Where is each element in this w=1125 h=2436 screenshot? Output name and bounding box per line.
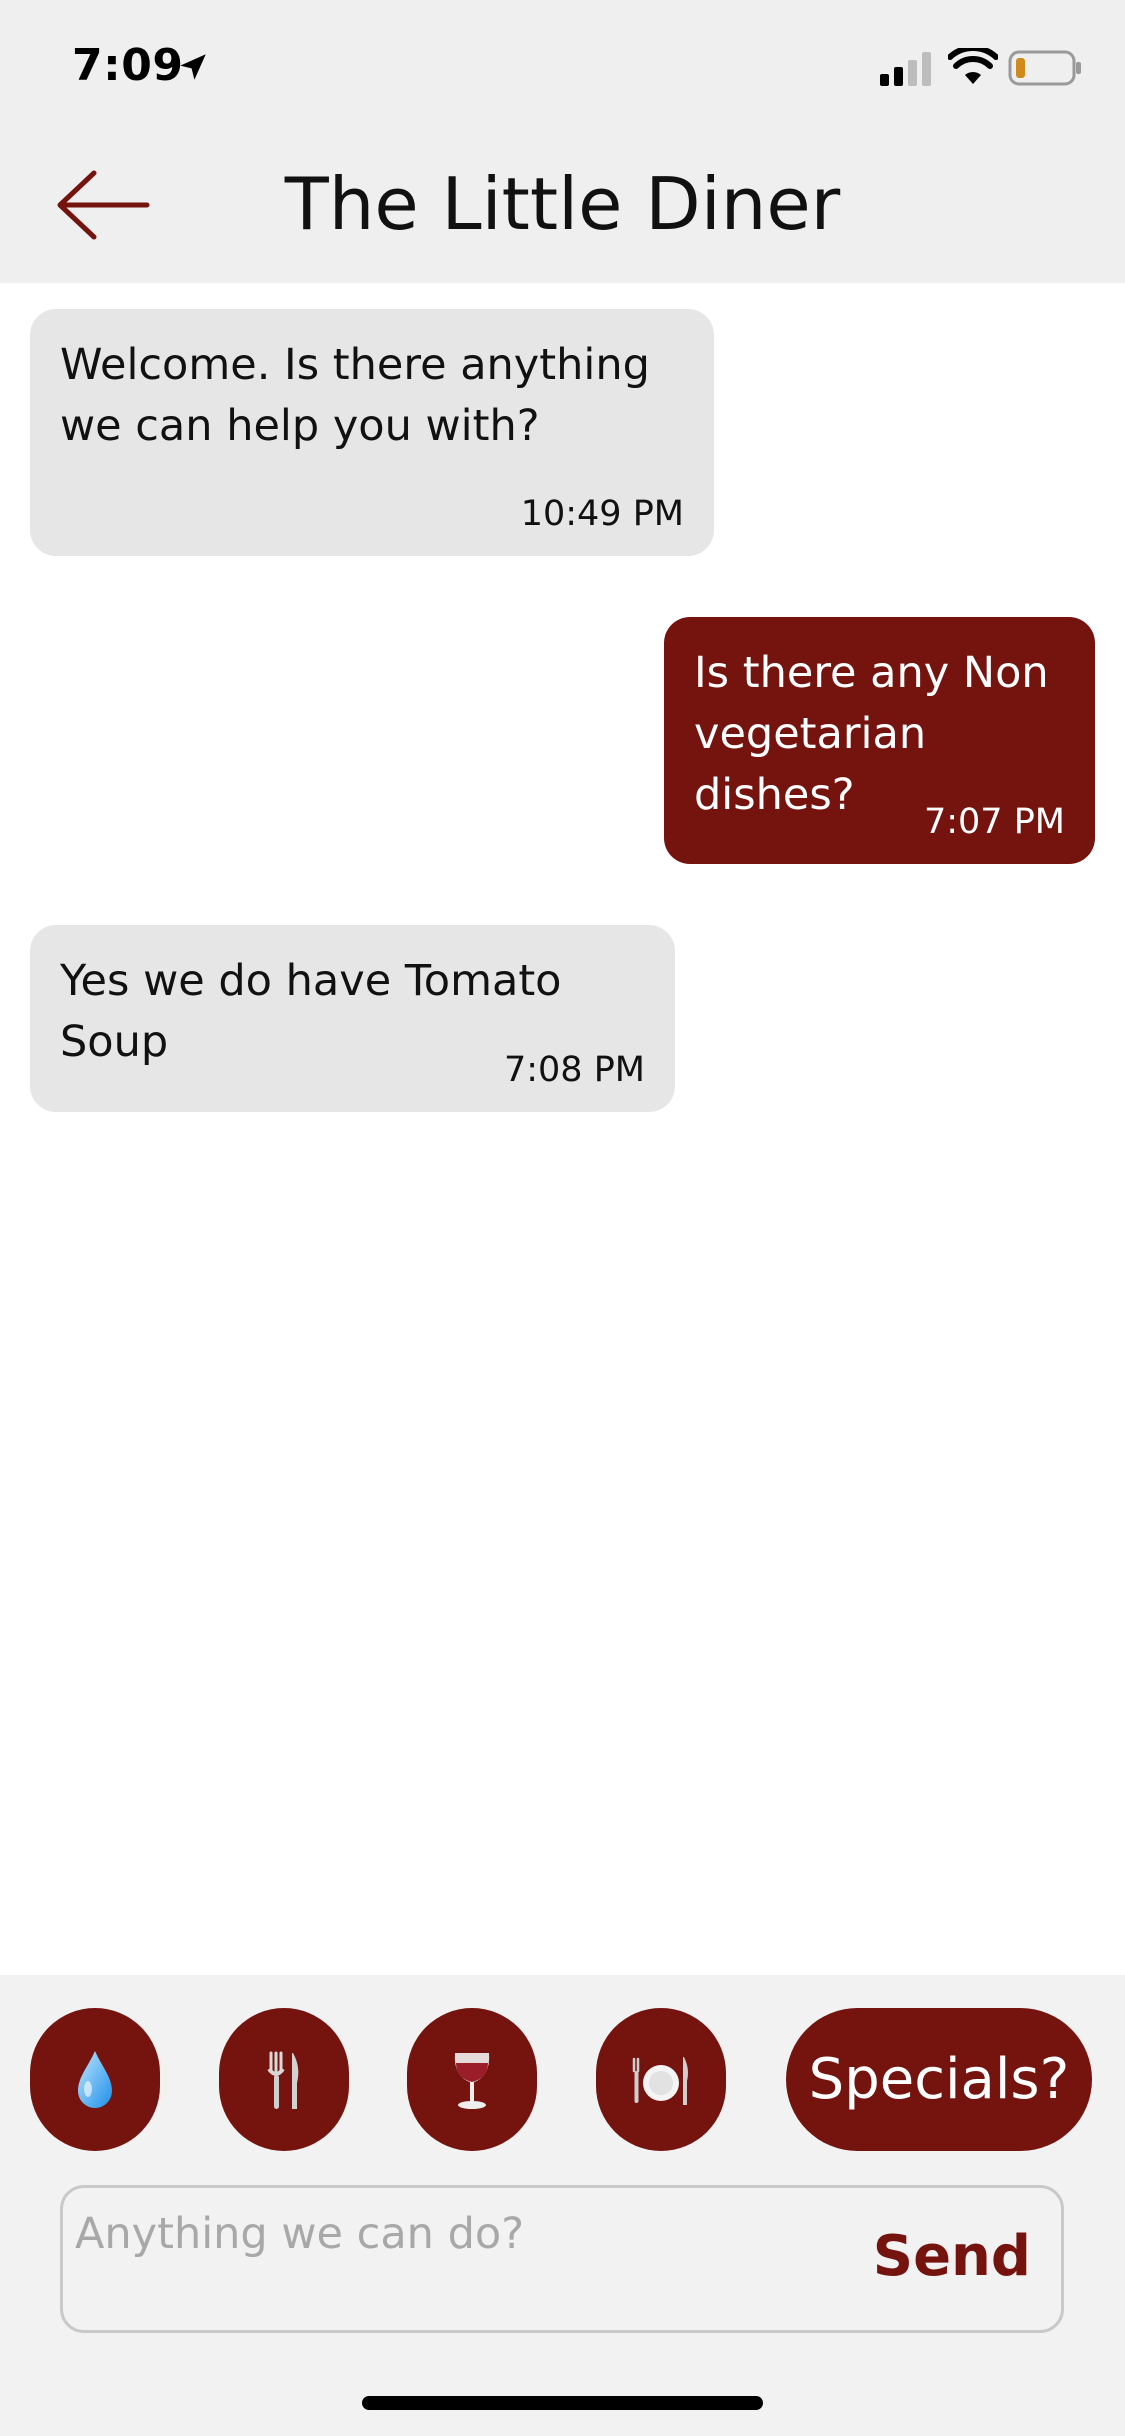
- specials-button[interactable]: Specials?: [786, 2008, 1092, 2151]
- message-bubble-outgoing: Is there any Non vegetarian dishes? 7:07…: [664, 617, 1095, 864]
- wine-button[interactable]: [407, 2008, 537, 2151]
- status-time: 7:09: [72, 40, 184, 91]
- battery-icon: [1008, 50, 1081, 86]
- home-indicator: [362, 2396, 763, 2410]
- message-text: Is there any Non vegetarian dishes?: [694, 648, 1049, 820]
- cutlery-button[interactable]: [219, 2008, 349, 2151]
- message-text: Welcome. Is there anything we can help y…: [60, 340, 650, 451]
- fork-knife-icon: [267, 2051, 299, 2109]
- plate-cutlery-icon: [632, 2056, 688, 2105]
- signal-icon: [880, 52, 931, 86]
- wine-glass-icon: [454, 2052, 490, 2109]
- message-timestamp: 10:49 PM: [520, 494, 684, 534]
- water-drop-icon: [78, 2050, 112, 2108]
- message-timestamp: 7:08 PM: [503, 1050, 645, 1090]
- message-input[interactable]: [75, 2202, 875, 2266]
- top-bar: 7:09 The Little Diner: [0, 0, 1125, 283]
- message-composer: Send: [60, 2185, 1064, 2333]
- wifi-icon: [948, 48, 998, 84]
- message-timestamp: 7:07 PM: [923, 802, 1065, 842]
- location-arrow-icon: [180, 54, 206, 80]
- water-button[interactable]: [30, 2008, 160, 2151]
- message-bubble-incoming: Welcome. Is there anything we can help y…: [30, 309, 714, 556]
- send-button[interactable]: Send: [873, 2224, 1031, 2289]
- page-title: The Little Diner: [284, 162, 841, 246]
- message-bubble-incoming: Yes we do have Tomato Soup 7:08 PM: [30, 925, 675, 1112]
- plate-button[interactable]: [596, 2008, 726, 2151]
